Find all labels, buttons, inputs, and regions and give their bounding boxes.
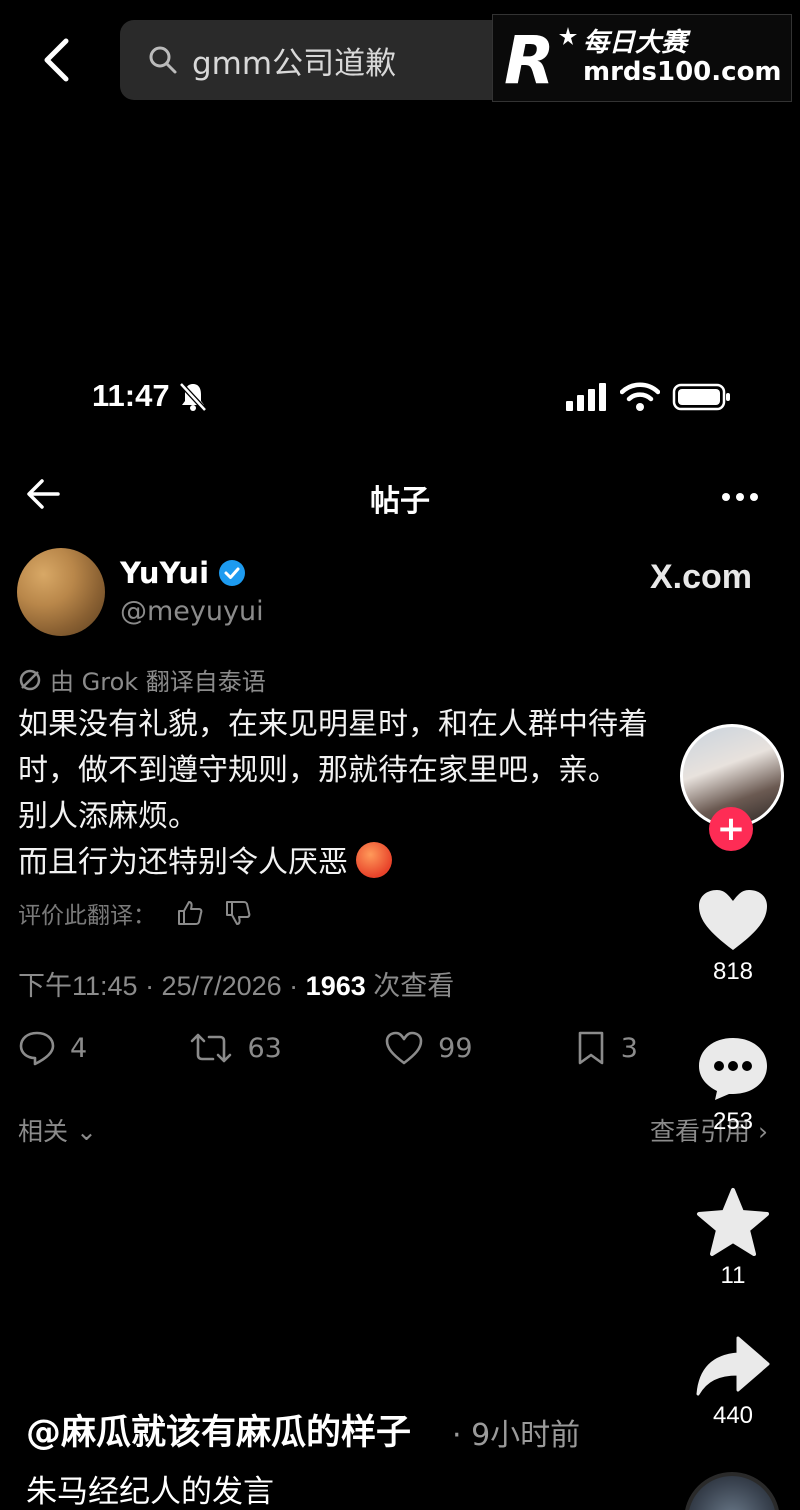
heart-icon [385, 1031, 423, 1065]
watermark-logo: R [493, 14, 583, 102]
post-meta: 下午11:45 · 25/7/2026 · 1963 次查看 [18, 964, 454, 1003]
rate-label: 评价此翻译： [18, 903, 156, 929]
view-count: 1963 [305, 971, 366, 1001]
chevron-down-icon: ⌄ [68, 1117, 97, 1146]
xcom-label: X.com [650, 558, 753, 596]
search-query: gmm公司道歉 [192, 45, 397, 82]
svg-text:R: R [504, 23, 555, 93]
thumbs-up-icon[interactable] [176, 899, 204, 927]
author-name[interactable]: YuYui [120, 556, 209, 590]
share-arrow-icon [696, 1336, 770, 1396]
side-comment-count: 253 [712, 1108, 754, 1135]
caption-time: · 9小时前 [452, 1418, 581, 1453]
rate-translation: 评价此翻译： [18, 896, 252, 930]
reply-count: 4 [70, 1032, 88, 1064]
reply-icon [19, 1031, 55, 1066]
post-text-content: 如果没有礼貌，在来见明星时，和在人群中待着 时，做不到遵守规则，那就待在家里吧，… [18, 707, 648, 880]
related-label: 相关 [18, 1117, 69, 1146]
translation-note-text: 由 Grok 翻译自泰语 [50, 668, 266, 696]
angry-face-icon [356, 842, 392, 878]
heart-filled-icon [699, 890, 767, 950]
battery-icon [672, 383, 730, 411]
thumbs-down-icon[interactable] [224, 899, 252, 927]
bookmark-button[interactable]: 3 [575, 1030, 638, 1066]
watermark: R 每日大赛 mrds100.com [492, 14, 792, 102]
side-share-button[interactable]: 440 [683, 1334, 783, 1430]
engagement-bar: 4 63 99 3 [18, 1030, 638, 1066]
bell-muted-icon [178, 381, 208, 417]
chevron-left-icon [44, 38, 69, 82]
side-like-button[interactable]: 818 [683, 886, 783, 986]
side-favorite-count: 11 [720, 1262, 746, 1289]
like-button[interactable]: 99 [384, 1030, 473, 1066]
translation-note: 由 Grok 翻译自泰语 [18, 662, 266, 697]
verified-badge-icon [219, 560, 246, 586]
side-like-count: 818 [712, 958, 754, 985]
views-label: 次查看 [365, 971, 455, 1001]
status-time: 11:47 [92, 378, 170, 413]
bookmark-icon [578, 1031, 604, 1065]
caption-text: 朱马经纪人的发言 [26, 1474, 274, 1510]
caption-username[interactable]: @麻瓜就该有麻瓜的样子 [26, 1404, 411, 1455]
side-comment-button[interactable]: 253 [683, 1034, 783, 1136]
wifi-icon [620, 382, 660, 411]
back-button[interactable] [36, 36, 76, 84]
follow-button[interactable]: + [709, 807, 753, 851]
author-avatar[interactable] [17, 548, 105, 636]
post-time-date: 下午11:45 · 25/7/2026 · [18, 971, 306, 1001]
side-favorite-button[interactable]: 11 [683, 1186, 783, 1290]
watermark-line1: 每日大赛 [583, 28, 688, 59]
repost-icon [191, 1033, 232, 1063]
signal-icon [566, 383, 606, 411]
post-text: 如果没有礼貌，在来见明星时，和在人群中待着 时，做不到遵守规则，那就待在家里吧，… [18, 702, 718, 886]
search-icon [149, 46, 177, 74]
music-disc[interactable] [684, 1472, 780, 1510]
comment-bubble-icon [699, 1038, 767, 1100]
side-share-count: 440 [712, 1402, 754, 1429]
page-title: 帖子 [370, 484, 430, 519]
watermark-line2: mrds100.com [583, 57, 782, 87]
author-handle[interactable]: @meyuyui [120, 596, 264, 627]
reply-button[interactable]: 4 [18, 1030, 87, 1066]
star-icon [697, 1188, 769, 1256]
related-dropdown[interactable]: 相关 ⌄ [18, 1112, 97, 1148]
bookmark-count: 3 [620, 1032, 638, 1064]
repost-button[interactable]: 63 [189, 1031, 282, 1065]
more-options-button[interactable] [720, 488, 760, 507]
repost-count: 63 [247, 1032, 282, 1064]
like-count: 99 [438, 1032, 473, 1064]
grok-icon [19, 669, 41, 690]
more-horizontal-icon [722, 493, 758, 501]
